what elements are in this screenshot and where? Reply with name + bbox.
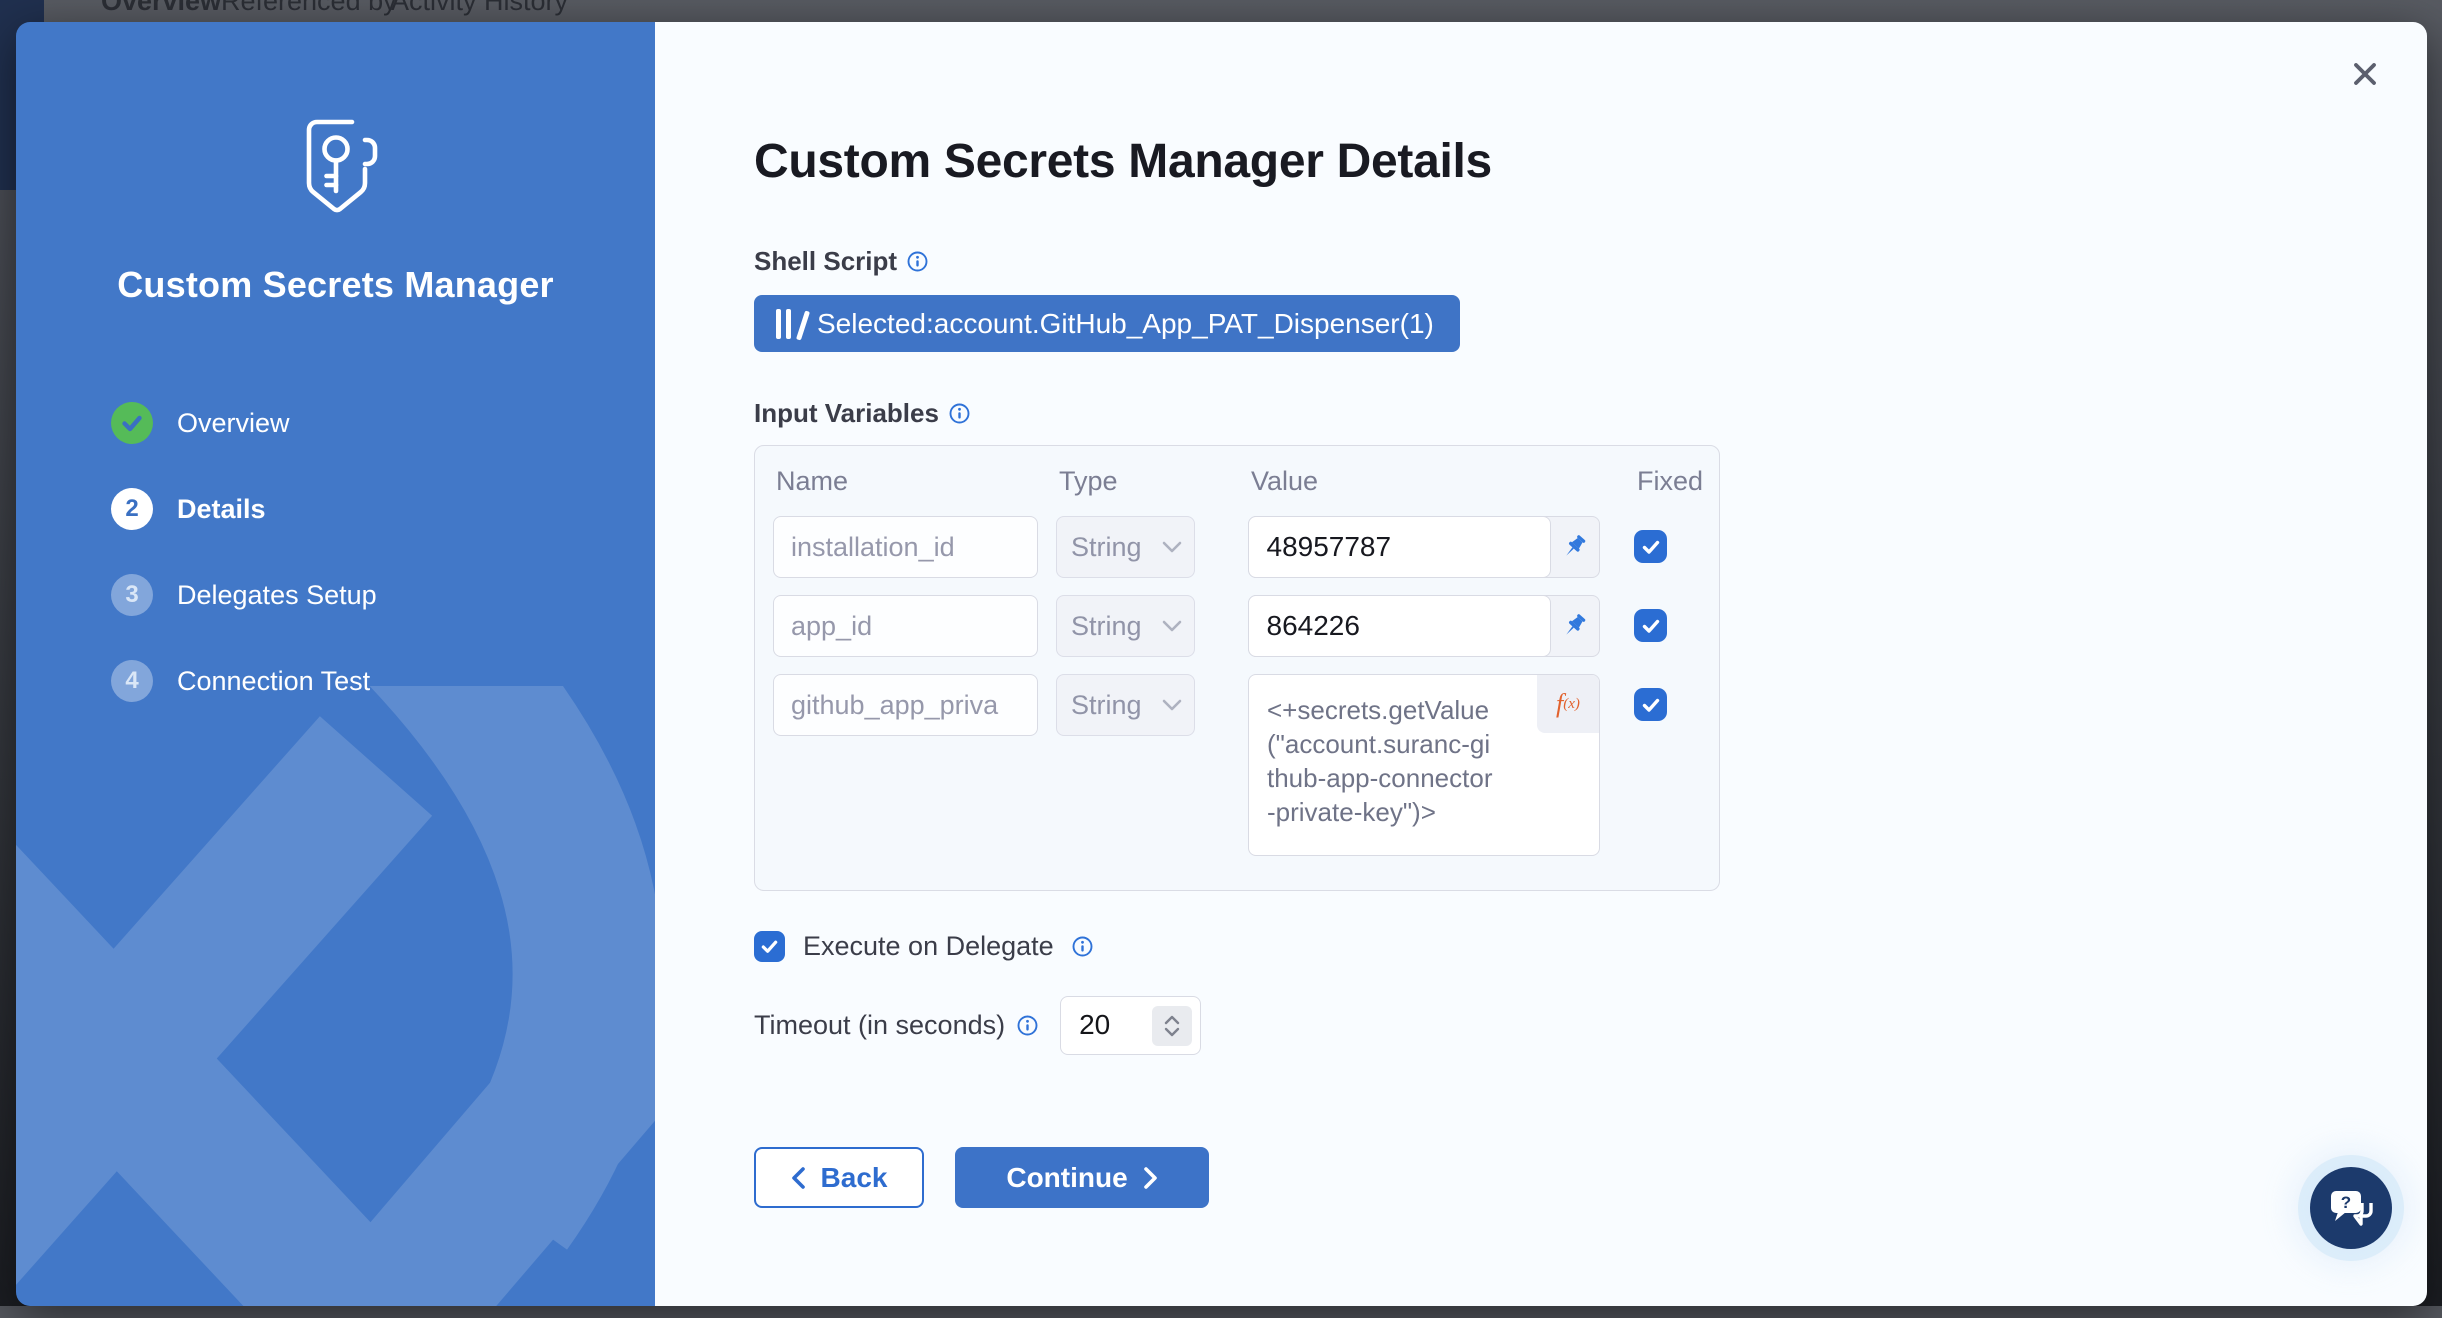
column-header-type: Type [1056, 466, 1195, 497]
close-icon[interactable] [2343, 52, 2387, 96]
back-button[interactable]: Back [754, 1147, 924, 1208]
chevron-right-icon [1144, 1167, 1158, 1189]
shell-script-label: Shell Script [754, 246, 897, 277]
fixed-checkbox[interactable] [1634, 609, 1667, 642]
wizard-steps: Overview 2 Details 3 Delegates Setup 4 C… [16, 402, 655, 702]
variable-name-input[interactable] [773, 516, 1038, 578]
input-variables-table: Name Type Value Fixed String [754, 445, 1720, 891]
fixed-checkbox[interactable] [1634, 688, 1667, 721]
fixed-value-pin-icon[interactable] [1548, 517, 1599, 576]
variable-value-input[interactable] [1248, 516, 1551, 578]
harness-watermark-logo [16, 686, 655, 1306]
info-icon[interactable] [907, 251, 928, 272]
custom-secrets-manager-modal: Custom Secrets Manager Overview 2 Detail… [16, 22, 2427, 1306]
sidebar-title: Custom Secrets Manager [16, 264, 655, 306]
info-icon[interactable] [1017, 1015, 1038, 1036]
fixed-checkbox[interactable] [1634, 530, 1667, 563]
details-step-content: Custom Secrets Manager Details Shell Scr… [655, 22, 2427, 1306]
step-label: Connection Test [177, 666, 370, 697]
tab-referenced-by[interactable]: Referenced by [221, 0, 397, 17]
variable-type-select[interactable]: String [1056, 516, 1195, 578]
back-button-label: Back [821, 1162, 888, 1194]
timeout-label: Timeout (in seconds) [754, 1010, 1005, 1041]
info-icon[interactable] [1072, 936, 1093, 957]
selected-shell-script-value: Selected:account.GitHub_App_PAT_Dispense… [817, 308, 1434, 340]
svg-text:?: ? [2341, 1193, 2351, 1212]
selected-shell-script-button[interactable]: Selected:account.GitHub_App_PAT_Dispense… [754, 295, 1460, 352]
chevron-down-icon [1162, 541, 1182, 553]
variable-value-field [1248, 516, 1600, 578]
table-row: String [773, 516, 1699, 578]
step-number: 3 [111, 574, 153, 616]
step-delegates-setup[interactable]: 3 Delegates Setup [111, 574, 655, 616]
table-header-row: Name Type Value Fixed [773, 466, 1699, 496]
step-overview[interactable]: Overview [111, 402, 655, 444]
variable-type-select[interactable]: String [1056, 674, 1195, 736]
variable-name-input[interactable] [773, 595, 1038, 657]
template-library-icon [776, 309, 801, 339]
variable-value-expression-field[interactable]: <+secrets.getValue ("account.suranc-gith… [1248, 674, 1600, 856]
type-select-value: String [1071, 690, 1142, 721]
screen: Overview Referenced by Activity History [0, 0, 2442, 1318]
input-variables-label: Input Variables [754, 398, 939, 429]
continue-button[interactable]: Continue [955, 1147, 1209, 1208]
info-icon[interactable] [949, 403, 970, 424]
step-number: 4 [111, 660, 153, 702]
chat-question-icon: ? [2325, 1183, 2377, 1233]
expression-value-text: <+secrets.getValue ("account.suranc-gith… [1267, 693, 1497, 829]
chevron-left-icon [791, 1167, 805, 1189]
timeout-field [1060, 996, 1201, 1055]
fixed-value-pin-icon[interactable] [1548, 596, 1599, 655]
number-stepper[interactable] [1152, 1006, 1192, 1046]
type-select-value: String [1071, 611, 1142, 642]
step-details[interactable]: 2 Details [111, 488, 655, 530]
page-title: Custom Secrets Manager Details [754, 136, 2427, 188]
tab-activity-history[interactable]: Activity History [391, 0, 568, 17]
column-header-fixed: Fixed [1634, 466, 1682, 497]
variable-type-select[interactable]: String [1056, 595, 1195, 657]
secrets-manager-shield-key-icon [284, 114, 388, 224]
step-connection-test[interactable]: 4 Connection Test [111, 660, 655, 702]
tab-overview[interactable]: Overview [101, 0, 221, 17]
background-bottom-bar [0, 1306, 2442, 1318]
background-tab-bar: Overview Referenced by Activity History [0, 0, 2442, 22]
type-select-value: String [1071, 532, 1142, 563]
chevron-down-icon [1162, 699, 1182, 711]
table-row: String [773, 595, 1699, 657]
expression-fx-icon[interactable]: f(x) [1537, 675, 1599, 733]
execute-on-delegate-checkbox[interactable] [754, 931, 785, 962]
step-complete-check-icon [111, 402, 153, 444]
chevron-down-icon [1162, 620, 1182, 632]
variable-name-input[interactable] [773, 674, 1038, 736]
table-row: String <+secrets.getValue ("account.sura… [773, 674, 1699, 856]
variable-value-field [1248, 595, 1600, 657]
continue-button-label: Continue [1006, 1162, 1127, 1194]
column-header-name: Name [773, 466, 1038, 497]
step-label: Overview [177, 408, 290, 439]
execute-on-delegate-label: Execute on Delegate [803, 931, 1054, 962]
timeout-input[interactable] [1061, 997, 1141, 1053]
help-chat-button[interactable]: ? [2310, 1167, 2392, 1249]
step-number: 2 [111, 488, 153, 530]
step-label: Details [177, 494, 266, 525]
variable-value-input[interactable] [1248, 595, 1551, 657]
step-label: Delegates Setup [177, 580, 377, 611]
column-header-value: Value [1248, 466, 1600, 497]
wizard-sidebar: Custom Secrets Manager Overview 2 Detail… [16, 22, 655, 1306]
